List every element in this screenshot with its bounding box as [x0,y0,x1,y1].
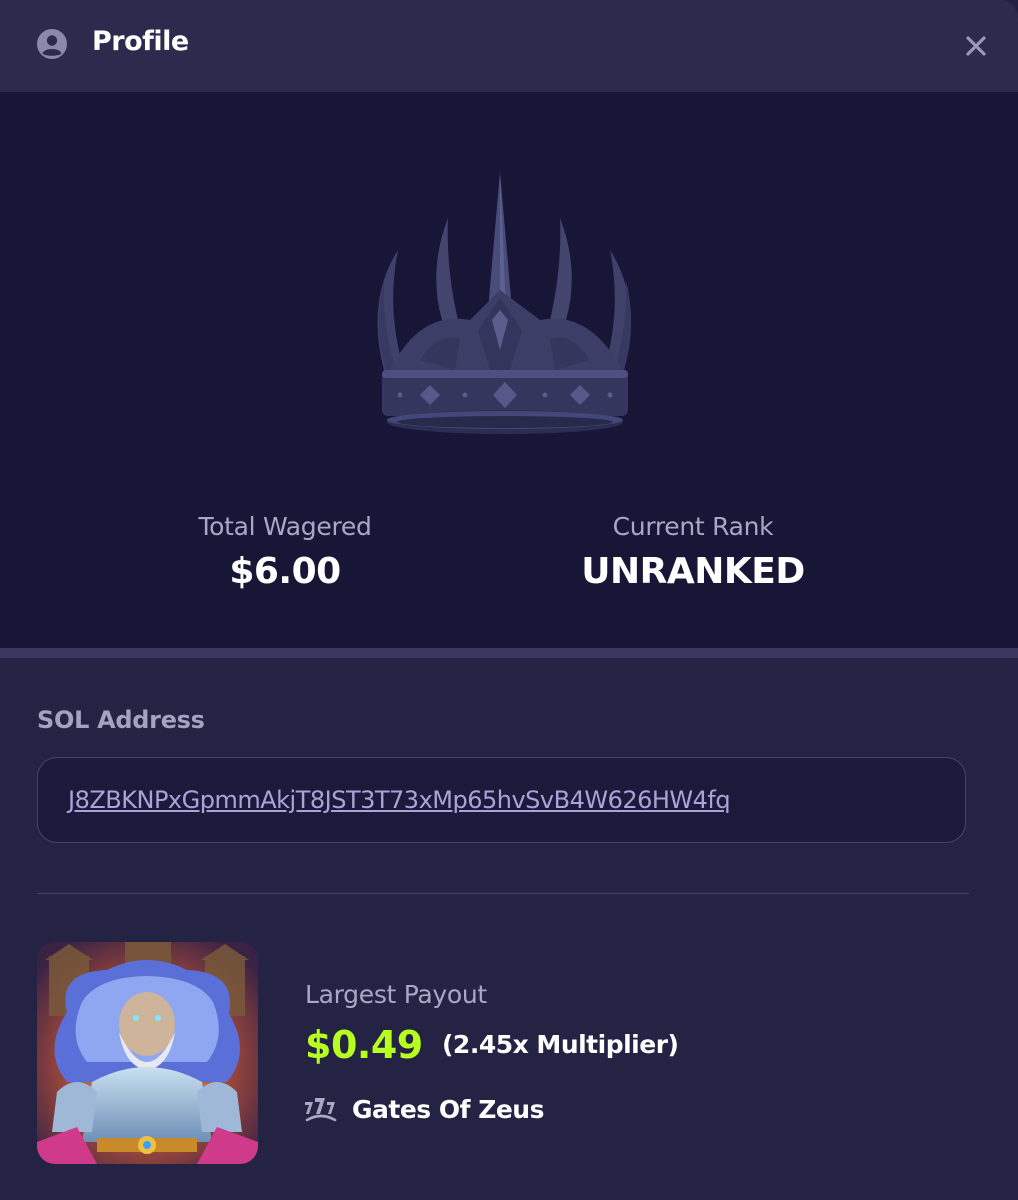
sol-address-field: J8ZBKNPxGpmmAkjT8JST3T73xMp65hvSvB4W626H… [37,757,966,843]
user-circle-icon [37,29,67,59]
modal-header: Profile [0,0,1018,92]
game-thumbnail[interactable] [37,942,258,1164]
section-divider [0,648,1018,658]
divider-line [37,893,969,894]
total-wagered-stat: Total Wagered $6.00 [135,512,435,592]
rank-hero: Total Wagered $6.00 Current Rank UNRANKE… [0,92,1018,648]
game-name-link[interactable]: Gates Of Zeus [352,1095,544,1124]
sol-address-link[interactable]: J8ZBKNPxGpmmAkjT8JST3T73xMp65hvSvB4W626H… [68,786,731,814]
total-wagered-label: Total Wagered [198,512,372,541]
largest-payout-amount: $0.49 [305,1023,423,1067]
modal-title: Profile [92,26,189,57]
largest-payout-label: Largest Payout [305,980,487,1009]
current-rank-label: Current Rank [612,512,774,541]
slot-777-icon [305,1098,337,1122]
current-rank-value: UNRANKED [581,551,805,592]
total-wagered-value: $6.00 [229,551,341,592]
close-icon[interactable] [960,30,992,62]
sol-address-label: SOL Address [37,706,205,734]
profile-modal: Profile Total Wagered $6.00 Current Rank… [0,0,1018,1200]
payout-multiplier: (2.45x Multiplier) [442,1030,679,1059]
current-rank-stat: Current Rank UNRANKED [543,512,843,592]
crown-icon [377,172,632,434]
